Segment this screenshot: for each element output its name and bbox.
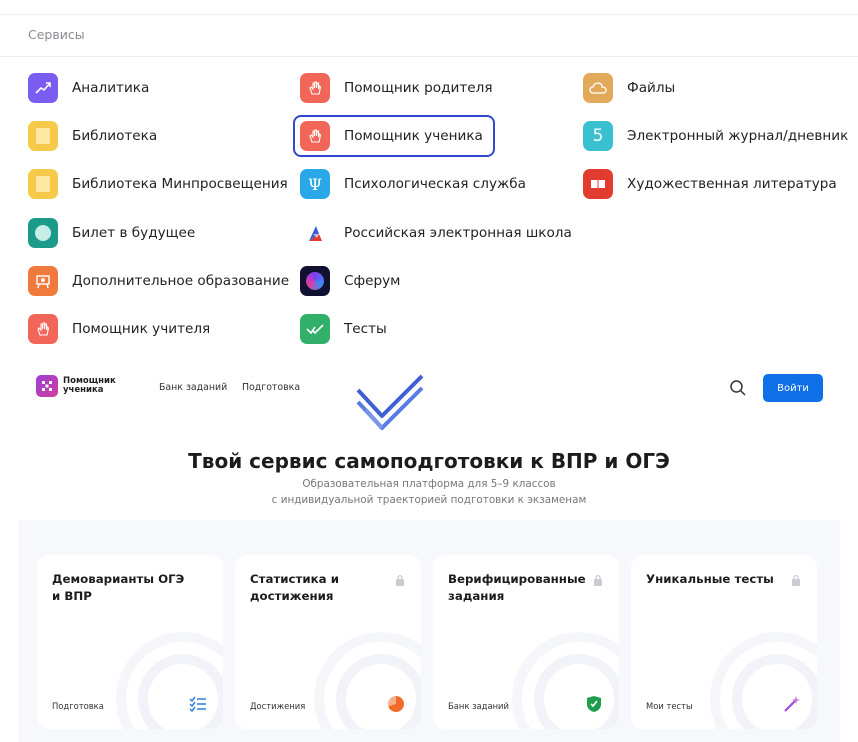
feature-card-unique-tests[interactable]: Уникальные тесты Мои тесты	[631, 555, 817, 729]
hand-icon	[28, 314, 58, 344]
lock-icon	[594, 574, 602, 586]
shield-check-icon	[583, 693, 605, 715]
service-item-analytics[interactable]: Аналитика	[28, 70, 149, 106]
service-item-parent-assistant[interactable]: Помощник родителя	[300, 70, 493, 106]
logo-text: Помощник ученика	[63, 376, 116, 395]
service-item-student-assistant[interactable]: Помощник ученика	[293, 115, 495, 157]
service-item-e-journal[interactable]: 5 Электронный журнал/дневник	[583, 118, 848, 154]
service-item-library[interactable]: Библиотека	[28, 118, 157, 154]
checklist-icon	[187, 693, 209, 715]
card-footer: Подготовка	[52, 701, 104, 711]
checkmark-watermark-icon	[356, 374, 424, 430]
service-label: Электронный журнал/дневник	[627, 128, 849, 144]
open-book-icon	[583, 169, 613, 199]
check-icon	[300, 314, 330, 344]
res-logo-icon	[300, 218, 330, 248]
search-icon[interactable]	[729, 379, 747, 397]
cloud-icon	[583, 73, 613, 103]
feature-card-statistics[interactable]: Статистика и достижения Достижения	[235, 555, 421, 729]
login-button[interactable]: Войти	[763, 374, 823, 402]
card-title: Верифицированные задания	[448, 572, 586, 603]
services-title: Сервисы	[28, 27, 85, 42]
service-item-sferum[interactable]: Сферум	[300, 263, 400, 299]
service-item-files[interactable]: Файлы	[583, 70, 675, 106]
analytics-icon	[28, 73, 58, 103]
card-title: Уникальные тесты	[646, 572, 774, 586]
pie-icon	[385, 693, 407, 715]
service-label: Помощник родителя	[344, 80, 493, 96]
card-title: Демоварианты ОГЭ и ВПР	[52, 572, 185, 603]
hero-subtitle-line-2: с индивидуальной траекторией подготовки …	[271, 494, 587, 506]
five-icon: 5	[583, 121, 613, 151]
logo-icon	[36, 375, 58, 397]
hero-title: Твой сервис самоподготовки к ВПР и ОГЭ	[188, 449, 670, 473]
feature-card-verified[interactable]: Верифицированные задания Банк заданий	[433, 555, 619, 729]
service-label: Тесты	[344, 321, 387, 337]
service-label: Художественная литература	[627, 176, 837, 192]
service-label: Библиотека	[72, 128, 158, 144]
lock-icon	[396, 574, 404, 586]
card-title: Статистика и достижения	[250, 572, 339, 603]
service-label: Помощник ученика	[344, 128, 483, 144]
services-divider	[0, 56, 858, 57]
service-label: Сферум	[344, 273, 401, 289]
hero-subtitle-line-1: Образовательная платформа для 5–9 классо…	[302, 478, 556, 490]
service-item-fiction[interactable]: Художественная литература	[583, 166, 837, 202]
service-item-library-minpros[interactable]: Библиотека Минпросвещения	[28, 166, 288, 202]
lock-icon	[792, 574, 800, 586]
services-panel: Сервисы Аналитика Библиотека Библиотека …	[0, 0, 858, 360]
service-label: Билет в будущее	[72, 225, 196, 241]
service-item-tests[interactable]: Тесты	[300, 311, 387, 347]
book-icon	[28, 121, 58, 151]
service-item-teacher-assistant[interactable]: Помощник учителя	[28, 311, 210, 347]
service-label: Российская электронная школа	[344, 225, 572, 241]
site-preview: Помощник ученика Банк заданий Подготовка…	[0, 360, 858, 742]
book-icon	[28, 169, 58, 199]
ticket-icon	[28, 218, 58, 248]
service-label: Файлы	[627, 80, 676, 96]
nav-link-preparation[interactable]: Подготовка	[242, 382, 300, 393]
hand-icon	[300, 121, 330, 151]
service-item-ticket-future[interactable]: Билет в будущее	[28, 215, 195, 251]
site-logo[interactable]: Помощник ученика	[36, 375, 123, 397]
top-divider	[0, 14, 858, 15]
service-item-extra-education[interactable]: Дополнительное образование	[28, 263, 289, 299]
psi-icon: Ψ	[300, 169, 330, 199]
hand-icon	[300, 73, 330, 103]
card-footer: Достижения	[250, 701, 306, 711]
service-label: Психологическая служба	[344, 176, 526, 192]
sferum-icon	[300, 266, 330, 296]
magic-wand-icon	[781, 693, 803, 715]
service-item-res[interactable]: Российская электронная школа	[300, 215, 572, 251]
service-label: Помощник учителя	[72, 321, 211, 337]
nav-link-task-bank[interactable]: Банк заданий	[159, 382, 227, 393]
service-label: Аналитика	[72, 80, 150, 96]
card-footer: Банк заданий	[448, 701, 509, 711]
service-label: Дополнительное образование	[72, 273, 290, 289]
card-footer: Мои тесты	[646, 701, 693, 711]
feature-card-demo[interactable]: Демоварианты ОГЭ и ВПР Подготовка	[37, 555, 223, 729]
service-item-psychology[interactable]: Ψ Психологическая служба	[300, 166, 526, 202]
service-label: Библиотека Минпросвещения	[72, 176, 288, 192]
teacher-icon	[28, 266, 58, 296]
